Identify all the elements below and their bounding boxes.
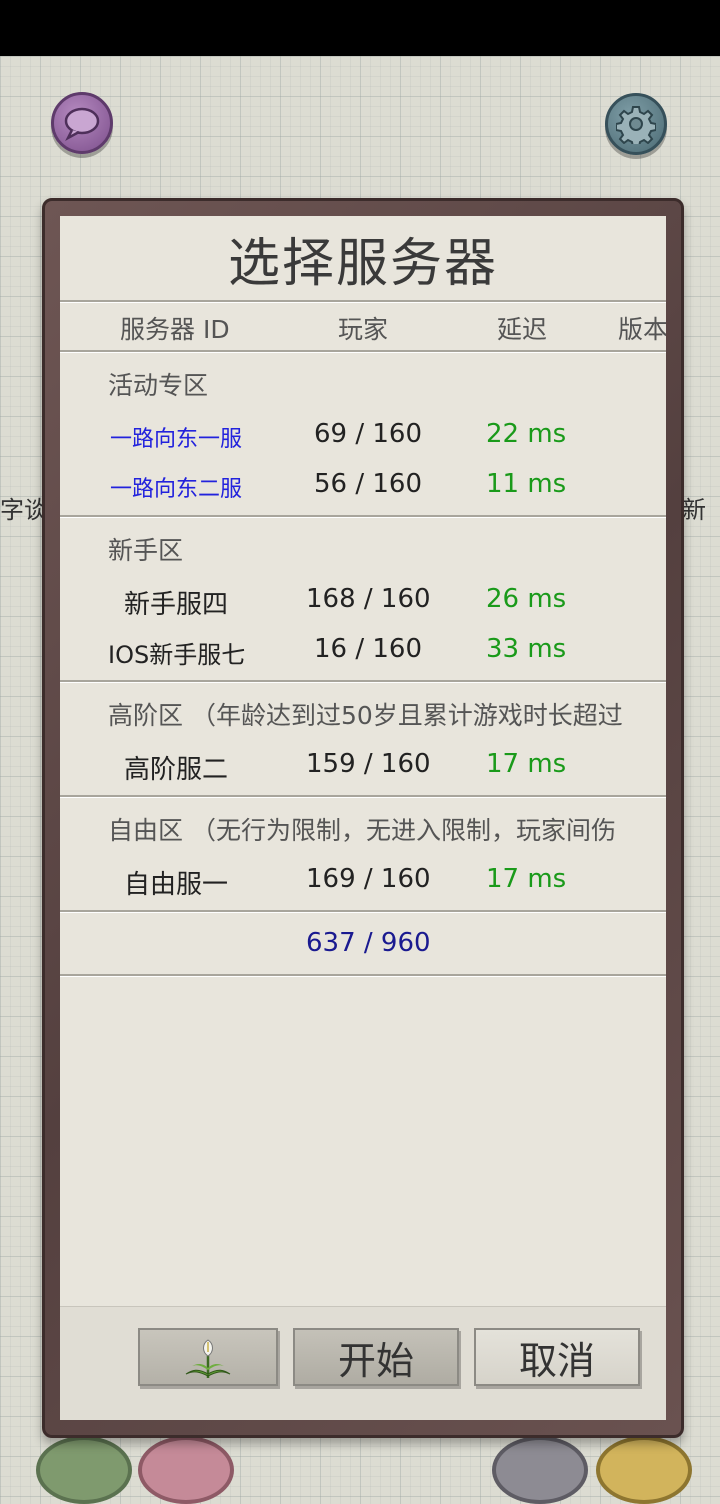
column-header-version: 版本 xyxy=(618,315,666,344)
server-name[interactable]: 自由服一 xyxy=(124,864,228,901)
server-name[interactable]: 高阶服二 xyxy=(124,749,228,786)
server-players: 168 / 160 xyxy=(306,584,431,614)
bottom-button-green[interactable] xyxy=(36,1436,132,1504)
server-players: 169 / 160 xyxy=(306,864,431,894)
cancel-button[interactable]: 取消 xyxy=(474,1328,640,1386)
column-header-server-id: 服务器 ID xyxy=(120,315,230,344)
start-button[interactable]: 开始 xyxy=(293,1328,459,1386)
server-name[interactable]: 一路向东一服 xyxy=(110,421,242,453)
settings-button[interactable] xyxy=(605,93,667,155)
server-players: 16 / 160 xyxy=(314,634,422,664)
total-players: 637 / 960 xyxy=(306,928,431,958)
divider xyxy=(60,974,666,976)
server-name[interactable]: 一路向东二服 xyxy=(110,471,242,503)
server-latency: 17 ms xyxy=(486,864,567,894)
dialog-title: 选择服务器 xyxy=(227,233,498,294)
chat-button[interactable] xyxy=(51,92,113,154)
divider xyxy=(60,910,666,912)
server-latency: 33 ms xyxy=(486,634,567,664)
server-name[interactable]: 新手服四 xyxy=(124,584,228,621)
server-players: 56 / 160 xyxy=(314,469,422,499)
divider xyxy=(60,300,666,302)
chat-bubble-icon xyxy=(64,107,100,141)
bottom-button-yellow[interactable] xyxy=(596,1436,692,1504)
column-header-latency: 延迟 xyxy=(497,315,548,344)
server-latency: 22 ms xyxy=(486,419,567,449)
server-latency: 17 ms xyxy=(486,749,567,779)
server-latency: 26 ms xyxy=(486,584,567,614)
divider xyxy=(60,515,666,517)
server-players: 159 / 160 xyxy=(306,749,431,779)
server-latency: 11 ms xyxy=(486,469,567,499)
divider xyxy=(60,680,666,682)
column-header-players: 玩家 xyxy=(338,315,389,344)
background-text-right: 新 xyxy=(682,496,706,524)
divider xyxy=(60,795,666,797)
section-title-free: 自由区 （无行为限制，无进入限制，玩家间伤 xyxy=(108,816,616,845)
bottom-button-gray[interactable] xyxy=(492,1436,588,1504)
section-title-advanced: 高阶区 （年龄达到过50岁且累计游戏时长超过 xyxy=(108,701,623,730)
server-players: 69 / 160 xyxy=(314,419,422,449)
plant-button[interactable] xyxy=(138,1328,278,1386)
section-title-newbie: 新手区 xyxy=(108,536,184,565)
divider xyxy=(60,350,666,352)
section-title-event: 活动专区 xyxy=(108,371,209,400)
server-select-dialog: 选择服务器 服务器 ID 玩家 延迟 版本 活动专区 一路向东一服 69 / 1… xyxy=(60,216,666,1420)
plant-icon xyxy=(185,1339,231,1378)
server-name[interactable]: IOS新手服七 xyxy=(108,635,245,670)
gear-icon xyxy=(616,106,656,144)
status-bar xyxy=(0,0,720,56)
background-text-left: 字谈 xyxy=(0,496,48,524)
bottom-button-pink[interactable] xyxy=(138,1436,234,1504)
